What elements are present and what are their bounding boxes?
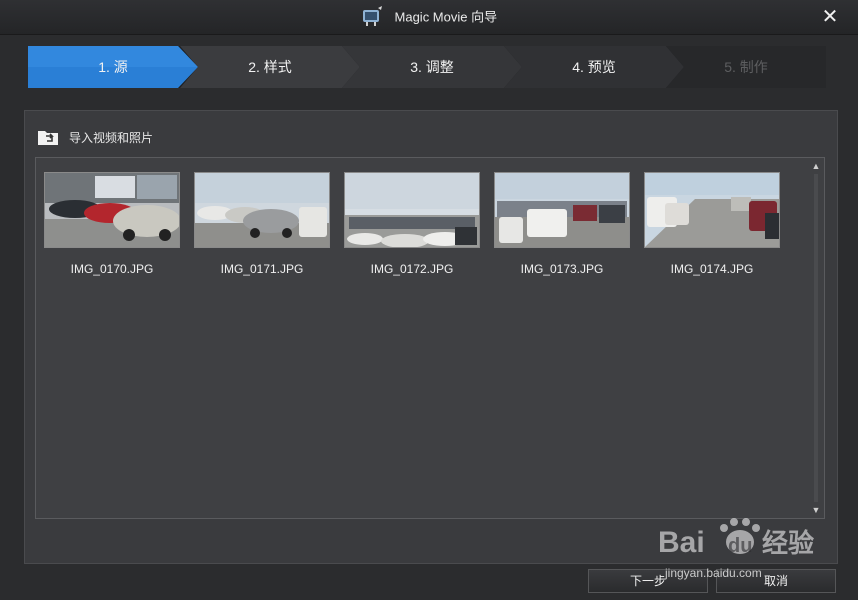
media-gallery[interactable]: IMG_0170.JPG IMG_0171.JPG IMG_0172.JPG I… (35, 157, 825, 519)
wizard-steps: 1. 源 2. 样式 3. 调整 4. 预览 5. 制作 (28, 46, 826, 88)
media-item[interactable]: IMG_0174.JPG (644, 172, 780, 276)
media-filename: IMG_0173.JPG (520, 262, 604, 276)
import-media-label: 导入视频和照片 (69, 130, 154, 145)
step-style[interactable]: 2. 样式 (180, 46, 360, 88)
step-label: 4. 预览 (572, 59, 616, 75)
close-icon[interactable]: ✕ (820, 6, 840, 26)
watermark-url: jingyan.baidu.com (665, 566, 762, 580)
photo-thumbnail[interactable] (344, 172, 480, 248)
step-label: 1. 源 (98, 59, 128, 75)
magic-movie-icon (362, 6, 382, 26)
step-adjust[interactable]: 3. 调整 (342, 46, 522, 88)
step-label: 2. 样式 (248, 59, 292, 75)
photo-thumbnail[interactable] (494, 172, 630, 248)
media-item[interactable]: IMG_0173.JPG (494, 172, 630, 276)
import-media-button[interactable]: 导入视频和照片 (37, 127, 153, 147)
window-title: Magic Movie 向导 (394, 9, 498, 25)
media-filename: IMG_0174.JPG (670, 262, 754, 276)
media-filename: IMG_0172.JPG (370, 262, 454, 276)
photo-thumbnail[interactable] (44, 172, 180, 248)
step-preview[interactable]: 4. 预览 (504, 46, 684, 88)
scroll-down-icon[interactable]: ▼ (810, 504, 822, 516)
scroll-up-icon[interactable]: ▲ (810, 160, 822, 172)
step-source[interactable]: 1. 源 (28, 46, 198, 88)
step-produce: 5. 制作 (666, 46, 826, 88)
folder-import-icon (38, 131, 58, 145)
scrollbar-track[interactable] (814, 174, 818, 502)
window-title-group: Magic Movie 向导 (0, 5, 858, 27)
step-label: 5. 制作 (724, 59, 768, 75)
source-panel: 导入视频和照片 IMG_0170.JPG IMG_0171.JPG IMG_01… (24, 110, 838, 564)
media-filename: IMG_0170.JPG (70, 262, 154, 276)
photo-thumbnail[interactable] (194, 172, 330, 248)
gallery-scrollbar[interactable]: ▲ ▼ (810, 160, 822, 516)
media-filename: IMG_0171.JPG (220, 262, 304, 276)
photo-thumbnail[interactable] (644, 172, 780, 248)
title-bar: Magic Movie 向导 ✕ (0, 0, 858, 35)
step-label: 3. 调整 (410, 59, 454, 75)
media-item[interactable]: IMG_0170.JPG (44, 172, 180, 276)
media-item[interactable]: IMG_0172.JPG (344, 172, 480, 276)
media-item[interactable]: IMG_0171.JPG (194, 172, 330, 276)
